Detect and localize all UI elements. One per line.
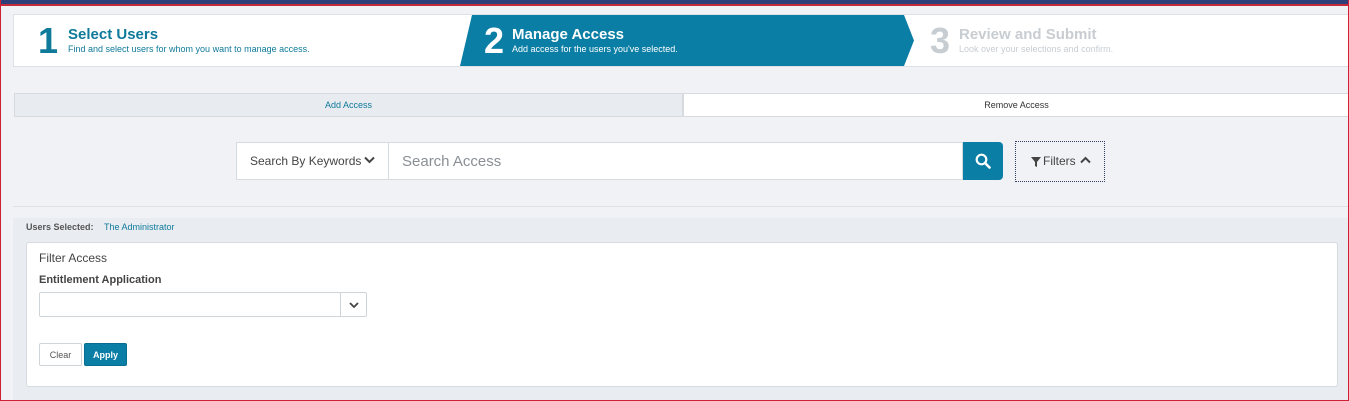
chevron-down-icon	[364, 156, 375, 164]
clear-button[interactable]: Clear	[39, 343, 82, 366]
chevron-up-icon	[1080, 156, 1091, 164]
entitlement-application-toggle[interactable]	[341, 292, 367, 317]
step-number: 2	[484, 20, 505, 61]
wizard-steps: 1 Select Users Find and select users for…	[13, 14, 1348, 67]
entitlement-application-label: Entitlement Application	[39, 274, 162, 286]
wizard-step-review-submit: 3 Review and Submit Look over your selec…	[920, 15, 1340, 66]
step-number: 3	[930, 20, 951, 61]
step-subtitle: Look over your selections and confirm.	[959, 44, 1114, 54]
search-input[interactable]	[388, 142, 963, 180]
step-title: Review and Submit	[959, 26, 1097, 43]
tab-add-access[interactable]: Add Access	[14, 93, 683, 117]
filter-icon	[1031, 157, 1041, 167]
search-mode-dropdown[interactable]: Search By Keywords	[236, 142, 388, 180]
section-divider	[13, 206, 1348, 207]
users-selected-link[interactable]: The Administrator	[104, 222, 175, 232]
search-mode-label: Search By Keywords	[250, 154, 362, 168]
filters-label: Filters	[1043, 154, 1076, 168]
step-title: Select Users	[68, 26, 159, 43]
search-button[interactable]	[963, 142, 1003, 180]
wizard-step-select-users[interactable]: 1 Select Users Find and select users for…	[14, 15, 464, 66]
chevron-down-icon	[349, 302, 359, 309]
access-tabs: Add Access Remove Access	[14, 93, 1348, 117]
page-frame: 1 Select Users Find and select users for…	[0, 0, 1349, 401]
tab-remove-access[interactable]: Remove Access	[683, 93, 1348, 117]
search-icon	[975, 153, 991, 169]
step-subtitle: Add access for the users you've selected…	[512, 44, 678, 54]
entitlement-application-select[interactable]	[39, 292, 341, 317]
search-bar: Search By Keywords	[236, 142, 1003, 180]
users-selected-label: Users Selected:	[26, 222, 94, 232]
filter-access-panel: Filter Access Entitlement Application Cl…	[26, 242, 1338, 387]
top-bar-accent	[1, 4, 1348, 6]
apply-button[interactable]: Apply	[84, 343, 127, 366]
wizard-step-manage-access[interactable]: 2 Manage Access Add access for the users…	[460, 15, 914, 66]
step-subtitle: Find and select users for whom you want …	[68, 44, 310, 54]
filters-button[interactable]: Filters	[1015, 141, 1105, 182]
panel-title: Filter Access	[39, 251, 108, 265]
step-number: 1	[38, 20, 59, 61]
step-title: Manage Access	[512, 26, 625, 43]
